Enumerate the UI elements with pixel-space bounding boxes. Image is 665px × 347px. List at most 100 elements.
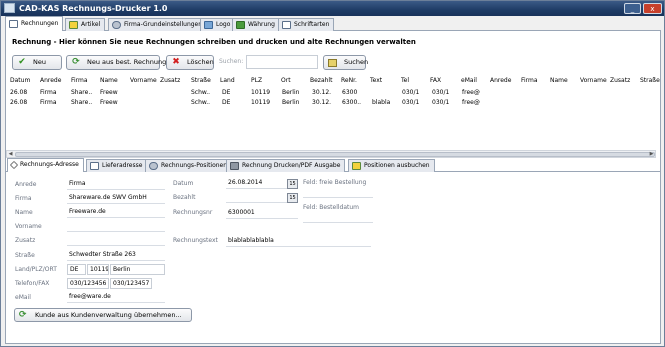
tab-rechnungen[interactable]: Rechnungen	[5, 16, 64, 31]
tab-lieferadresse[interactable]: Lieferadresse	[86, 159, 148, 172]
table-cell[interactable]: 030/1	[432, 89, 449, 96]
kunde-uebernehmen-button[interactable]: ⟳ Kunde aus Kundenverwaltung übernehmen..…	[14, 308, 192, 322]
table-cell[interactable]: free@	[462, 99, 480, 106]
table-cell[interactable]: Schw..	[191, 89, 210, 96]
name-label: Name	[15, 209, 33, 216]
plz-field[interactable]: 10119	[87, 264, 109, 275]
table-cell[interactable]: DE	[222, 89, 230, 96]
col-header[interactable]: Datum	[10, 77, 30, 84]
email-field[interactable]: free@ware.de	[67, 292, 165, 303]
table-cell[interactable]: blabla	[372, 99, 390, 106]
table-cell[interactable]: 26.08	[10, 89, 27, 96]
search-button[interactable]: Suchen	[323, 55, 368, 70]
land-field[interactable]: DE	[67, 264, 86, 275]
freie-bestellung-field[interactable]	[303, 187, 373, 198]
minimize-button[interactable]: _	[624, 3, 641, 14]
tab-rechnungs-adresse[interactable]: Rechnungs-Adresse	[7, 158, 84, 172]
col-header[interactable]: Anrede	[490, 77, 511, 84]
tab-rechnungs-positionen[interactable]: Rechnungs-Positionen	[145, 159, 233, 172]
invoice-table[interactable]: Datum Anrede Firma Name Vorname Zusatz S…	[6, 73, 660, 151]
table-cell[interactable]: Share..	[71, 99, 92, 106]
col-header[interactable]: Name	[100, 77, 118, 84]
col-header[interactable]: Anrede	[40, 77, 61, 84]
anrede-field[interactable]: Firma	[67, 179, 165, 190]
table-cell[interactable]: Firma	[40, 89, 57, 96]
new-button[interactable]: ✔ Neu	[12, 55, 62, 70]
table-cell[interactable]: 030/1	[402, 89, 419, 96]
tab-label: Rechnungs-Adresse	[20, 161, 79, 168]
telefon-field[interactable]: 030/123456	[67, 278, 109, 289]
col-header[interactable]: FAX	[430, 77, 441, 84]
col-header[interactable]: eMail	[461, 77, 477, 84]
tab-label: Rechnungs-Positionen	[161, 162, 228, 169]
table-cell[interactable]: 030/1	[402, 99, 419, 106]
col-header[interactable]: Vorname	[580, 77, 607, 84]
tab-waehrung[interactable]: Währung	[232, 18, 280, 31]
tab-logo[interactable]: Logo	[200, 18, 236, 31]
tab-schriftarten[interactable]: Schriftarten	[278, 18, 335, 31]
col-header[interactable]: Zusatz	[160, 77, 180, 84]
scroll-left-icon[interactable]: ◀	[7, 151, 14, 157]
image-icon	[204, 20, 213, 29]
col-header[interactable]: Tel	[401, 77, 409, 84]
table-cell[interactable]: 30.12.	[312, 99, 331, 106]
col-header[interactable]: ReNr.	[341, 77, 357, 84]
close-button[interactable]: x	[643, 3, 662, 14]
vorname-field[interactable]	[67, 221, 165, 232]
table-cell[interactable]: 030/1	[432, 99, 449, 106]
table-cell[interactable]: Freew	[100, 89, 118, 96]
rechnungstext-field[interactable]: blablablablabla	[226, 236, 371, 247]
calendar-icon[interactable]: 15	[287, 179, 298, 189]
col-header[interactable]: Straße	[191, 77, 211, 84]
name-field[interactable]: Freeware.de	[67, 207, 165, 218]
table-cell[interactable]: Berlin	[282, 89, 299, 96]
col-header[interactable]: PLZ	[251, 77, 262, 84]
bestelldatum-field[interactable]	[303, 212, 373, 223]
table-cell[interactable]: Berlin	[282, 99, 299, 106]
table-cell[interactable]: 10119	[251, 99, 270, 106]
horizontal-scrollbar[interactable]: ◀ ▶	[6, 150, 656, 158]
ort-field[interactable]: Berlin	[110, 264, 165, 275]
table-cell[interactable]: 6300	[342, 89, 357, 96]
fax-field[interactable]: 030/123457	[110, 278, 152, 289]
name-value: Freeware.de	[69, 208, 106, 215]
col-header[interactable]: Name	[550, 77, 568, 84]
col-header[interactable]: Zusatz	[610, 77, 630, 84]
col-header[interactable]: Ort	[281, 77, 291, 84]
strasse-field[interactable]: Schwedter Straße 263	[67, 250, 165, 261]
rechnungsnr-field[interactable]: 6300001	[226, 208, 298, 219]
checkmark-icon: ✔	[18, 57, 26, 67]
col-header[interactable]: Text	[370, 77, 382, 84]
delete-button-label: Löschen	[187, 58, 214, 66]
scrollbar-thumb[interactable]	[15, 152, 655, 157]
table-cell[interactable]: 6300..	[342, 99, 361, 106]
table-cell[interactable]: Freew	[100, 99, 118, 106]
col-header[interactable]: Land	[220, 77, 235, 84]
tab-rechnung-drucken[interactable]: Rechnung Drucken/PDF Ausgabe	[226, 159, 346, 172]
col-header[interactable]: Bezahlt	[310, 77, 332, 84]
col-header[interactable]: Straße	[640, 77, 660, 84]
table-cell[interactable]: Firma	[40, 99, 57, 106]
col-header[interactable]: Firma	[521, 77, 538, 84]
table-cell[interactable]: DE	[222, 99, 230, 106]
title-bar[interactable]: CAD-KAS Rechnungs-Drucker 1.0 _ x	[1, 1, 664, 16]
firma-field[interactable]: Shareware.de SWV GmbH	[67, 193, 165, 204]
col-header[interactable]: Firma	[71, 77, 88, 84]
table-cell[interactable]: free@	[462, 89, 480, 96]
col-header[interactable]: Vorname	[130, 77, 157, 84]
tab-firma-grundeinstellungen[interactable]: Firma-Grundeinstellungen	[108, 18, 208, 31]
scroll-right-icon[interactable]: ▶	[648, 151, 655, 157]
tab-positionen-ausbuchen[interactable]: Positionen ausbuchen	[348, 159, 435, 172]
new-from-existing-button[interactable]: ⟳ Neu aus best. Rechnung	[66, 55, 166, 70]
table-cell[interactable]: 10119	[251, 89, 270, 96]
land-plz-ort-label: Land/PLZ/ORT	[15, 266, 57, 273]
tab-artikel[interactable]: Artikel	[65, 18, 106, 31]
table-cell[interactable]: 30.12.	[312, 89, 331, 96]
table-cell[interactable]: Share..	[71, 89, 92, 96]
search-input[interactable]	[246, 55, 318, 69]
table-cell[interactable]: Schw..	[191, 99, 210, 106]
calendar-icon[interactable]: 15	[287, 193, 298, 203]
table-cell[interactable]: 26.08	[10, 99, 27, 106]
delete-button[interactable]: ✖ Löschen	[166, 55, 214, 70]
zusatz-field[interactable]	[67, 235, 165, 246]
